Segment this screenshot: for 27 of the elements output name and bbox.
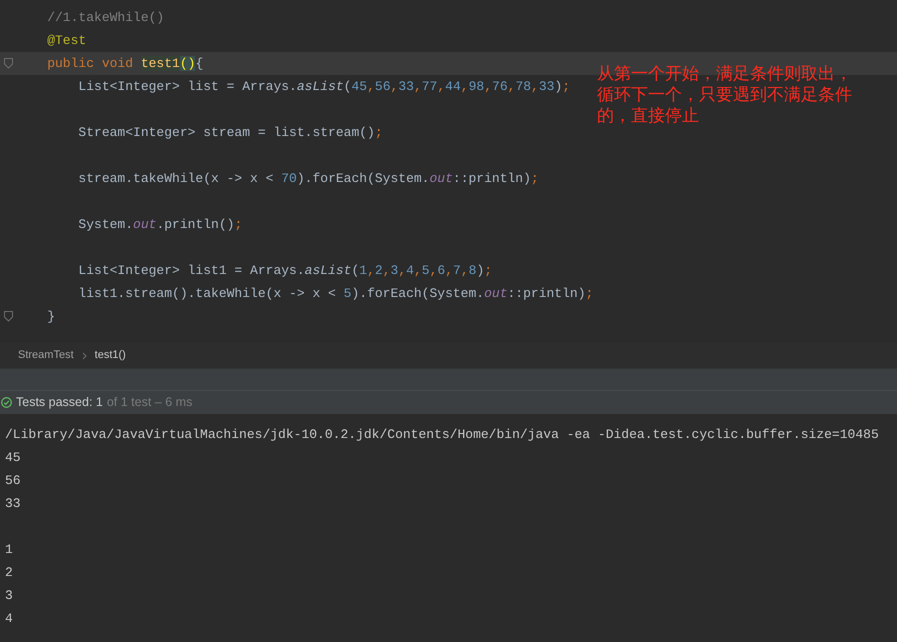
console-output-line: 56 xyxy=(5,473,21,488)
console-output-line: 2 xyxy=(5,565,13,580)
code-text: List<Integer> list1 = Arrays.asList(1,2,3,4,5,6,7,8); xyxy=(77,262,492,280)
code-text: public void test1(){ xyxy=(46,54,204,73)
tests-detail: of 1 test – 6 ms xyxy=(106,394,192,412)
console-output-line: 3 xyxy=(5,588,13,603)
console-output-line: 45 xyxy=(5,450,21,465)
console-output-line: 4 xyxy=(5,611,13,626)
code-text: List<Integer> list = Arrays.asList(45,56,33,77,44,98,76,78,33); xyxy=(77,78,570,96)
code-text: Stream<Integer> stream = list.stream(); xyxy=(77,124,383,142)
console-output-line: 1 xyxy=(5,542,13,557)
code-text: stream.takeWhile(x -> x < 70).forEach(System.out::println); xyxy=(77,170,539,188)
tests-passed-label: Tests passed: 1 xyxy=(16,394,103,412)
breadcrumb-item[interactable]: test1() xyxy=(94,347,126,364)
code-text: } xyxy=(46,308,56,326)
annotation-note: 从第一个开始，满足条件则取出，循环下一个，只要遇到不满足条件的，直接停止 xyxy=(597,64,853,127)
console-command-line: /Library/Java/JavaVirtualMachines/jdk-10.0.2.jdk/Contents/Home/bin/java -ea -Didea.test.cyclic.buffer.size=10485 xyxy=(5,427,879,442)
console-output-line: 33 xyxy=(5,496,21,511)
check-circle-icon xyxy=(1,397,12,408)
fold-marker-icon[interactable] xyxy=(4,311,13,322)
code-text: @Test xyxy=(46,32,86,50)
chevron-right-icon xyxy=(82,352,87,360)
code-text: System.out.println(); xyxy=(77,216,242,234)
breadcrumb-item[interactable]: StreamTest xyxy=(18,347,74,364)
code-text: list1.stream().takeWhile(x -> x < 5).forEach(System.out::println); xyxy=(77,284,594,303)
code-text: //1.takeWhile() xyxy=(46,8,164,27)
fold-marker-icon[interactable] xyxy=(4,58,13,69)
